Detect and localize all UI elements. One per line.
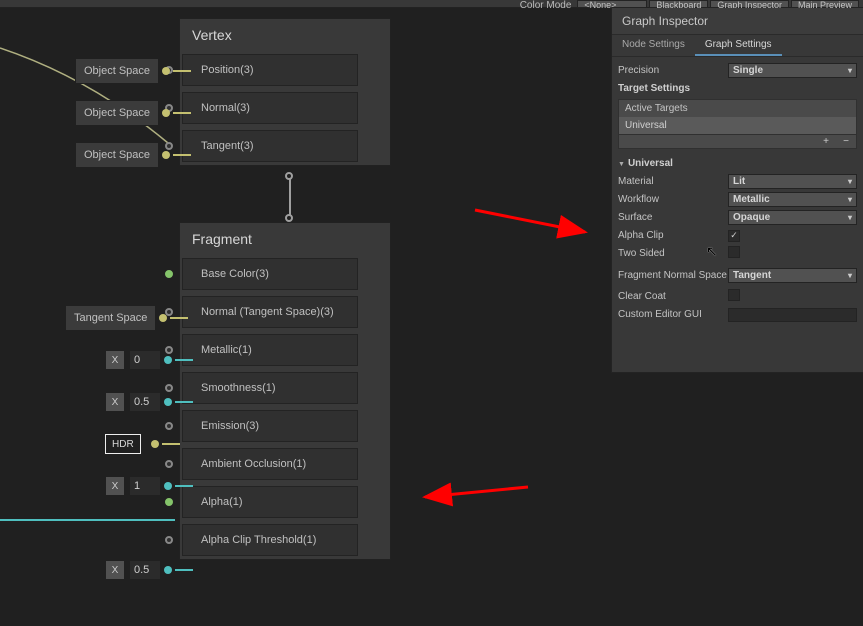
inspector-tabs: Node Settings Graph Settings (612, 35, 863, 57)
color-mode-dropdown[interactable]: <None> (577, 0, 647, 8)
x-icon[interactable]: X (105, 350, 125, 370)
graph-canvas[interactable]: Vertex Position(3) Normal(3) Tangent(3) … (0, 8, 595, 626)
workflow-label: Workflow (618, 194, 728, 205)
precision-label: Precision (618, 65, 728, 76)
fragment-title: Fragment (180, 223, 390, 255)
port-emission[interactable]: Emission(3) (182, 410, 358, 442)
ext-clip-num[interactable]: X0.5 (105, 555, 193, 585)
alpha-clip-label: Alpha Clip (618, 230, 728, 241)
material-label: Material (618, 176, 728, 187)
num-field[interactable]: 0 (129, 350, 161, 370)
custom-gui-label: Custom Editor GUI (618, 309, 728, 320)
port-alpha[interactable]: Alpha(1) (182, 486, 358, 518)
port-tangent[interactable]: Tangent(3) (182, 130, 358, 162)
alpha-clip-checkbox[interactable]: ✓ (728, 230, 740, 242)
ext-object-space-1[interactable]: Object Space (75, 56, 191, 86)
vertex-title: Vertex (180, 19, 390, 51)
port-alpha-clip[interactable]: Alpha Clip Threshold(1) (182, 524, 358, 556)
port-normal-ts[interactable]: Normal (Tangent Space)(3) (182, 296, 358, 328)
graph-inspector-panel: Graph Inspector Node Settings Graph Sett… (611, 8, 863, 373)
node-connector (289, 176, 291, 218)
num-field[interactable]: 0.5 (129, 560, 161, 580)
custom-gui-field[interactable] (728, 308, 857, 322)
blackboard-button[interactable]: Blackboard (649, 0, 708, 8)
surface-dropdown[interactable]: Opaque (728, 210, 857, 225)
x-icon[interactable]: X (105, 476, 125, 496)
ext-ao-num[interactable]: X1 (105, 471, 193, 501)
ext-smooth-num[interactable]: X0.5 (105, 387, 193, 417)
surface-label: Surface (618, 212, 728, 223)
material-dropdown[interactable]: Lit (728, 174, 857, 189)
clear-coat-checkbox[interactable] (728, 289, 740, 301)
ext-tangent-space[interactable]: Tangent Space (65, 303, 188, 333)
vertex-node[interactable]: Vertex Position(3) Normal(3) Tangent(3) (179, 18, 391, 166)
x-icon[interactable]: X (105, 560, 125, 580)
tab-graph-settings[interactable]: Graph Settings (695, 35, 782, 56)
ext-metallic-num[interactable]: X0 (105, 345, 193, 375)
x-icon[interactable]: X (105, 392, 125, 412)
num-field[interactable]: 1 (129, 476, 161, 496)
remove-target-button[interactable]: − (836, 135, 856, 148)
port-ao[interactable]: Ambient Occlusion(1) (182, 448, 358, 480)
tab-node-settings[interactable]: Node Settings (612, 35, 695, 56)
clear-coat-label: Clear Coat (618, 291, 728, 302)
main-preview-button[interactable]: Main Preview (791, 0, 859, 8)
port-smoothness[interactable]: Smoothness(1) (182, 372, 358, 404)
workflow-dropdown[interactable]: Metallic (728, 192, 857, 207)
active-targets-list: Active Targets Universal + − (618, 99, 857, 149)
top-toolbar: Color Mode <None> Blackboard Graph Inspe… (0, 0, 863, 8)
port-base-color[interactable]: Base Color(3) (182, 258, 358, 290)
ext-hdr[interactable]: HDR (105, 429, 180, 459)
cursor-icon: ↖ (706, 243, 718, 260)
fns-dropdown[interactable]: Tangent (728, 268, 857, 283)
fns-label: Fragment Normal Space (618, 270, 728, 281)
two-sided-checkbox[interactable] (728, 246, 740, 258)
add-target-button[interactable]: + (816, 135, 836, 148)
graph-inspector-button[interactable]: Graph Inspector (710, 0, 789, 8)
num-field[interactable]: 0.5 (129, 392, 161, 412)
ext-object-space-3[interactable]: Object Space (75, 140, 191, 170)
fragment-node[interactable]: Fragment Base Color(3) Normal (Tangent S… (179, 222, 391, 560)
target-settings-header: Target Settings (618, 80, 857, 97)
port-normal[interactable]: Normal(3) (182, 92, 358, 124)
universal-foldout[interactable]: Universal (618, 155, 857, 172)
port-metallic[interactable]: Metallic(1) (182, 334, 358, 366)
target-item-universal[interactable]: Universal (619, 117, 856, 134)
inspector-title: Graph Inspector (612, 8, 863, 35)
hdr-chip[interactable]: HDR (105, 434, 141, 454)
active-targets-header: Active Targets (619, 100, 856, 117)
precision-dropdown[interactable]: Single (728, 63, 857, 78)
port-position[interactable]: Position(3) (182, 54, 358, 86)
ext-object-space-2[interactable]: Object Space (75, 98, 191, 128)
